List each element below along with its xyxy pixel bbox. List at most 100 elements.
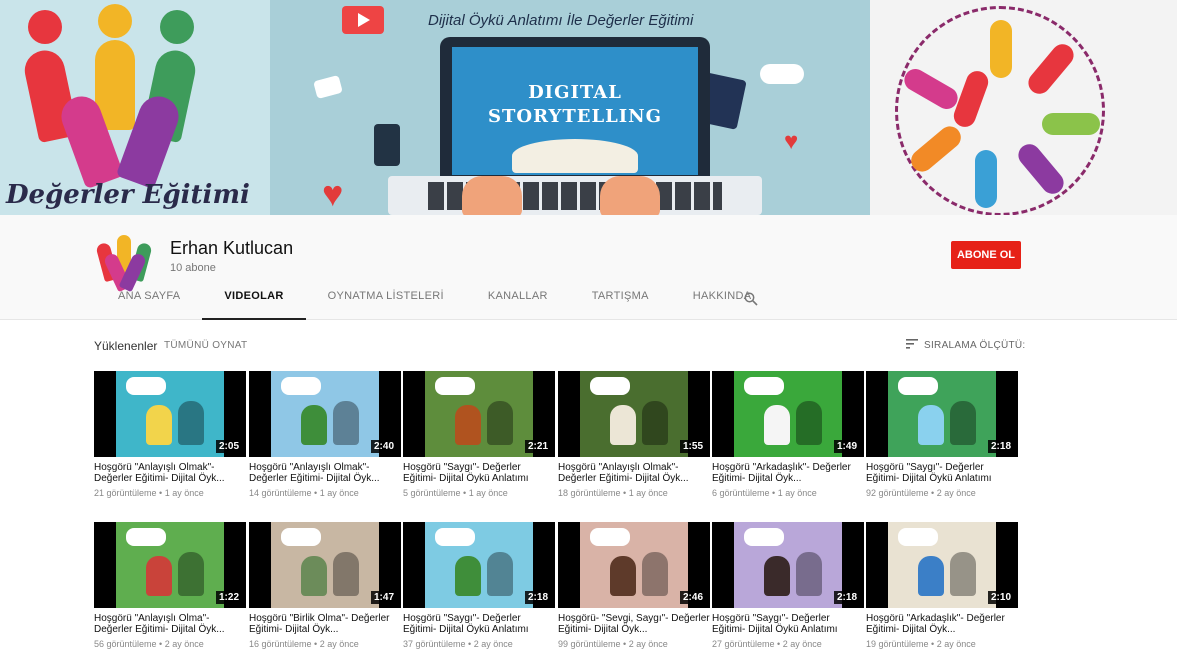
video-card[interactable]: 1:47 Hoşgörü "Birlik Olma"- Değerler Eğit…: [249, 522, 401, 649]
sort-label: SIRALAMA ÖLÇÜTÜ:: [924, 340, 1026, 351]
video-thumbnail[interactable]: 1:22: [94, 522, 246, 608]
video-card[interactable]: 2:46 Hoşgörü- "Sevgi, Saygı"- Değerler Eğ…: [558, 522, 710, 649]
channel-avatar[interactable]: [95, 231, 153, 293]
video-duration: 2:10: [987, 591, 1014, 604]
video-title[interactable]: Hoşgörü "Birlik Olma"- Değerler Eğitimi-…: [249, 613, 401, 635]
video-thumbnail[interactable]: 2:18: [866, 371, 1018, 457]
banner-left-word: Değerler Eğitimi: [6, 180, 250, 210]
video-card[interactable]: 1:49 Hoşgörü "Arkadaşlık"- Değerler Eğiti…: [712, 371, 864, 498]
logo-head-red: [28, 10, 62, 44]
video-title[interactable]: Hoşgörü "Saygı"- Değerler Eğitimi- Dijit…: [712, 613, 864, 635]
video-meta: 92 görüntüleme • 2 ay önce: [866, 488, 976, 498]
thumbnail-art: [271, 522, 379, 608]
video-card[interactable]: 2:18 Hoşgörü "Saygı"- Değerler Eğitimi- D…: [403, 522, 555, 649]
video-meta: 18 görüntüleme • 1 ay önce: [558, 488, 668, 498]
thumbnail-art: [116, 522, 224, 608]
video-card[interactable]: 2:40 Hoşgörü "Anlayışlı Olmak"- Değerler …: [249, 371, 401, 498]
video-meta: 6 görüntüleme • 1 ay önce: [712, 488, 817, 498]
heart-icon-small: ♥: [784, 128, 799, 155]
video-duration: 2:18: [833, 591, 860, 604]
thumbnail-art: [580, 371, 688, 457]
video-duration: 2:18: [524, 591, 551, 604]
video-title[interactable]: Hoşgörü "Arkadaşlık"- Değerler Eğitimi- …: [712, 462, 864, 484]
thumbnail-art: [425, 371, 533, 457]
video-card[interactable]: 1:55 Hoşgörü "Anlayışlı Olmak"- Değerler …: [558, 371, 710, 498]
video-card[interactable]: 1:22 Hoşgörü "Anlayışlı Olma"- Değerler E…: [94, 522, 246, 649]
thumbnail-art: [888, 522, 996, 608]
screen-text-line1: DIGITAL: [528, 82, 622, 103]
subscriber-count: 10 abone: [170, 262, 216, 274]
thumbnail-art: [580, 522, 688, 608]
keyboard-illustration: [388, 176, 762, 215]
video-duration: 1:49: [833, 440, 860, 453]
video-title[interactable]: Hoşgörü "Anlayışlı Olmak"- Değerler Eğit…: [249, 462, 401, 484]
video-duration: 1:22: [215, 591, 242, 604]
channel-banner: ♥ ♥ Dijital Öykü Anlatımı İle Değerler E…: [0, 0, 1177, 215]
tab-discussion[interactable]: TARTIŞMA: [570, 290, 671, 320]
video-thumbnail[interactable]: 2:05: [94, 371, 246, 457]
video-duration: 2:40: [370, 440, 397, 453]
video-thumbnail[interactable]: 2:18: [712, 522, 864, 608]
ring-person-green: [1042, 113, 1100, 135]
video-card[interactable]: 2:18 Hoşgörü "Saygı"- Değerler Eğitimi- D…: [866, 371, 1018, 498]
thumbnail-art: [734, 522, 842, 608]
thumbnail-art: [425, 522, 533, 608]
video-title[interactable]: Hoşgörü "Arkadaşlık"- Değerler Eğitimi- …: [866, 613, 1018, 635]
video-thumbnail[interactable]: 2:21: [403, 371, 555, 457]
laptop-screen: DIGITAL STORYTELLING: [452, 47, 698, 175]
video-meta: 37 görüntüleme • 2 ay önce: [403, 639, 513, 649]
tab-playlists[interactable]: OYNATMA LİSTELERİ: [306, 290, 466, 320]
video-meta: 5 görüntüleme • 1 ay önce: [403, 488, 508, 498]
banner-title: Dijital Öykü Anlatımı İle Değerler Eğiti…: [428, 12, 694, 29]
logo-head-green: [160, 10, 194, 44]
sort-icon: [906, 339, 918, 352]
video-thumbnail[interactable]: 2:40: [249, 371, 401, 457]
video-thumbnail[interactable]: 2:10: [866, 522, 1018, 608]
video-thumbnail[interactable]: 1:47: [249, 522, 401, 608]
video-title[interactable]: Hoşgörü "Saygı"- Değerler Eğitimi- Dijit…: [403, 462, 555, 484]
laptop-illustration: DIGITAL STORYTELLING: [440, 37, 710, 187]
video-card[interactable]: 2:18 Hoşgörü "Saygı"- Değerler Eğitimi- D…: [712, 522, 864, 649]
video-meta: 56 görüntüleme • 2 ay önce: [94, 639, 204, 649]
video-title[interactable]: Hoşgörü- "Sevgi, Saygı"- Değerler Eğitim…: [558, 613, 710, 635]
video-duration: 2:46: [679, 591, 706, 604]
video-card[interactable]: 2:10 Hoşgörü "Arkadaşlık"- Değerler Eğiti…: [866, 522, 1018, 649]
video-title[interactable]: Hoşgörü "Saygı"- Değerler Eğitimi- Dijit…: [866, 462, 1018, 484]
video-title[interactable]: Hoşgörü "Anlayışlı Olma"- Değerler Eğiti…: [94, 613, 246, 635]
cloud-icon: [760, 64, 804, 84]
ring-person-yellow: [990, 20, 1012, 78]
video-thumbnail[interactable]: 2:18: [403, 522, 555, 608]
sort-button[interactable]: SIRALAMA ÖLÇÜTÜ:: [906, 339, 1026, 352]
thumbnail-art: [888, 371, 996, 457]
video-meta: 21 görüntüleme • 1 ay önce: [94, 488, 204, 498]
video-card[interactable]: 2:21 Hoşgörü "Saygı"- Değerler Eğitimi- D…: [403, 371, 555, 498]
video-meta: 14 görüntüleme • 1 ay önce: [249, 488, 359, 498]
thumbnail-art: [116, 371, 224, 457]
video-duration: 1:55: [679, 440, 706, 453]
uploads-title: Yüklenenler: [94, 339, 158, 353]
search-icon[interactable]: [744, 292, 758, 306]
tab-videos[interactable]: VIDEOLAR: [202, 290, 306, 320]
video-duration: 2:21: [524, 440, 551, 453]
video-thumbnail[interactable]: 1:55: [558, 371, 710, 457]
ring-person-blue: [975, 150, 997, 208]
screen-text-line2: STORYTELLING: [488, 106, 662, 127]
video-title[interactable]: Hoşgörü "Anlayışlı Olmak"- Değerler Eğit…: [94, 462, 246, 484]
hand-left-illustration: [462, 176, 522, 215]
video-play-icon: [342, 6, 384, 34]
tab-home[interactable]: ANA SAYFA: [96, 290, 202, 320]
video-duration: 2:18: [987, 440, 1014, 453]
video-title[interactable]: Hoşgörü "Saygı"- Değerler Eğitimi- Dijit…: [403, 613, 555, 635]
logo-head-yellow: [98, 4, 132, 38]
play-all-button[interactable]: TÜMÜNÜ OYNAT: [164, 340, 247, 351]
subscribe-button[interactable]: ABONE OL: [951, 241, 1021, 269]
video-meta: 16 görüntüleme • 2 ay önce: [249, 639, 359, 649]
video-thumbnail[interactable]: 1:49: [712, 371, 864, 457]
video-card[interactable]: 2:05 Hoşgörü "Anlayışlı Olmak"- Değerler …: [94, 371, 246, 498]
video-title[interactable]: Hoşgörü "Anlayışlı Olmak"- Değerler Eğit…: [558, 462, 710, 484]
thumbnail-art: [734, 371, 842, 457]
channel-name[interactable]: Erhan Kutlucan: [170, 238, 293, 259]
video-meta: 19 görüntüleme • 2 ay önce: [866, 639, 976, 649]
video-thumbnail[interactable]: 2:46: [558, 522, 710, 608]
tab-channels[interactable]: KANALLAR: [466, 290, 570, 320]
